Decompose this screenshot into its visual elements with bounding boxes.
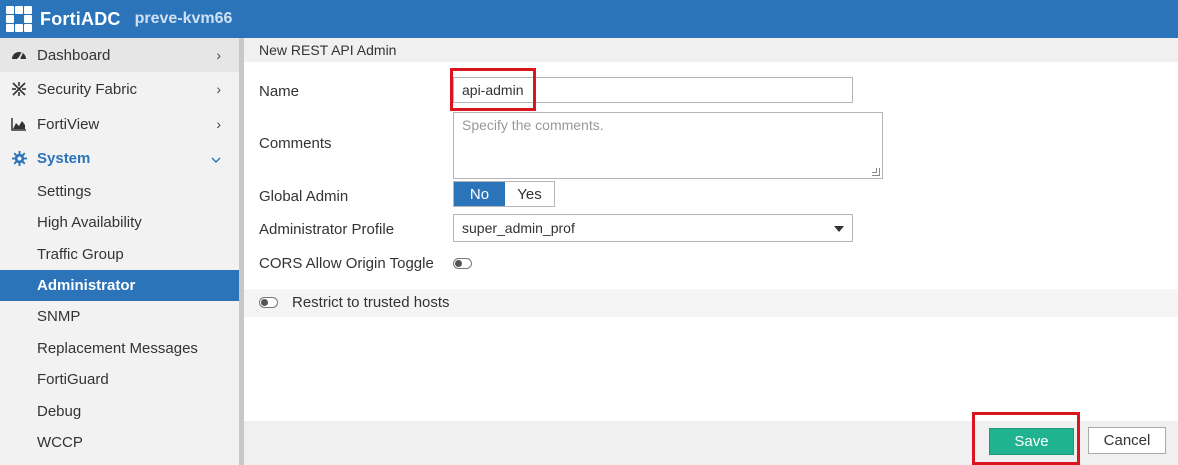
trusted-hosts-toggle[interactable]	[259, 297, 278, 308]
admin-profile-value: super_admin_prof	[462, 220, 575, 236]
global-admin-yes-option[interactable]: Yes	[505, 182, 554, 206]
panel-title: New REST API Admin	[244, 38, 1178, 62]
admin-profile-label: Administrator Profile	[259, 221, 395, 238]
dashboard-gauge-icon	[9, 48, 29, 62]
form-footer: Save Cancel	[244, 412, 1178, 465]
sidebar-item-high-availability[interactable]: High Availability	[0, 207, 239, 238]
save-highlight-box	[972, 412, 1080, 465]
security-fabric-icon	[9, 81, 29, 97]
sidebar-item-fortiguard[interactable]: FortiGuard	[0, 364, 239, 395]
top-bar: FortiADC preve-kvm66	[0, 0, 1178, 38]
sidebar-item-dashboard[interactable]: Dashboard ›	[0, 38, 239, 72]
global-admin-label: Global Admin	[259, 188, 349, 205]
chevron-down-icon	[211, 150, 221, 166]
brand-name: FortiADC	[40, 8, 121, 29]
sidebar-item-settings[interactable]: Settings	[0, 176, 239, 207]
toggle-knob	[455, 260, 462, 267]
name-highlight-box	[450, 68, 536, 111]
comments-label: Comments	[259, 135, 332, 152]
sidebar-item-label: Security Fabric	[37, 80, 138, 98]
chevron-right-icon: ›	[216, 81, 221, 97]
global-admin-no-option[interactable]: No	[454, 182, 505, 206]
chevron-right-icon: ›	[216, 116, 221, 132]
global-admin-toggle: No Yes	[453, 181, 555, 207]
resize-handle-icon[interactable]	[872, 168, 880, 176]
caret-down-icon	[834, 226, 844, 232]
toggle-knob	[261, 299, 268, 306]
name-label: Name	[259, 83, 300, 100]
admin-profile-select[interactable]: super_admin_prof	[453, 214, 853, 242]
sidebar-item-wccp[interactable]: WCCP	[0, 427, 239, 458]
fortinet-logo-icon	[6, 6, 32, 32]
sidebar-item-label: System	[37, 149, 91, 167]
cors-label: CORS Allow Origin Toggle	[259, 255, 434, 272]
chevron-right-icon: ›	[216, 47, 221, 63]
sidebar-item-debug[interactable]: Debug	[0, 396, 239, 427]
cors-toggle[interactable]	[453, 258, 472, 269]
sidebar-item-security-fabric[interactable]: Security Fabric ›	[0, 72, 239, 106]
sidebar-item-fortiview[interactable]: FortiView ›	[0, 107, 239, 141]
hostname[interactable]: preve-kvm66	[135, 10, 233, 28]
sidebar-item-label: Dashboard	[37, 46, 111, 64]
sidebar-item-traffic-group[interactable]: Traffic Group	[0, 239, 239, 270]
trusted-hosts-row: Restrict to trusted hosts	[244, 289, 1178, 317]
main-panel: New REST API Admin Name api-admin Commen…	[244, 38, 1178, 465]
sidebar-item-system[interactable]: System	[0, 141, 239, 175]
sidebar-item-administrator[interactable]: Administrator	[0, 270, 239, 301]
sidebar: Dashboard › Security Fabric › FortiView …	[0, 38, 239, 465]
sidebar-item-snmp[interactable]: SNMP	[0, 301, 239, 332]
sidebar-item-label: FortiView	[37, 115, 100, 133]
comments-placeholder: Specify the comments.	[462, 117, 604, 133]
sidebar-item-replacement-messages[interactable]: Replacement Messages	[0, 333, 239, 364]
cancel-button[interactable]: Cancel	[1088, 427, 1166, 454]
comments-textarea[interactable]: Specify the comments.	[453, 112, 883, 179]
gear-icon	[9, 150, 29, 166]
area-chart-icon	[9, 117, 29, 131]
trusted-hosts-label: Restrict to trusted hosts	[292, 294, 450, 311]
